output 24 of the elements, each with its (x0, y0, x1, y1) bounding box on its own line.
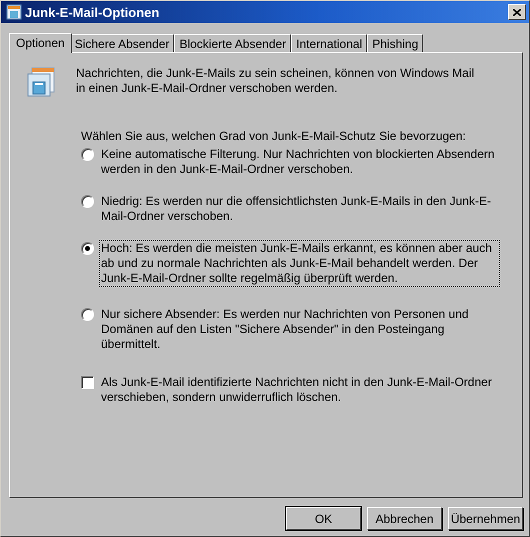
radio-button[interactable] (81, 242, 94, 255)
dialog-button[interactable]: OK (286, 507, 361, 530)
tab[interactable]: Phishing (367, 34, 424, 52)
option-label[interactable]: Als Junk-E-Mail identifizierte Nachrichten nicht in den Junk-E-Mail-Ordner verschieben, sondern unwiderruflich löschen. (99, 374, 500, 406)
checkbox[interactable] (81, 376, 94, 389)
option-label[interactable]: Nur sichere Absender: Es werden nur Nachrichten von Personen und Domänen auf den Listen "Sichere Absender" in den Posteingang übermittelt. (99, 306, 500, 353)
option-label[interactable]: Hoch: Es werden die meisten Junk-E-Mails erkannt, es können aber auch ab und zu normale Nachrichten als Junk-E-Mail behandelt werden. Der Junk-E-Mail-Ordner sollte regelmäßig überprüft werden. (99, 240, 500, 287)
close-icon (513, 8, 521, 16)
radio-button[interactable] (81, 308, 94, 321)
tab[interactable]: Blockierte Absender (174, 34, 292, 52)
app-icon (6, 4, 22, 20)
option-label[interactable]: Keine automatische Filterung. Nur Nachrichten von blockierten Absendern werden in den Junk-E-Mail-Ordner verschoben. (99, 146, 500, 178)
dialog-button[interactable]: Übernehmen (448, 507, 523, 530)
radio-button[interactable] (81, 148, 94, 161)
intro-text: Nachrichten, die Junk-E-Mails zu sein scheinen, können von Windows Mail in einen Junk-E-Mail-Ordner verschoben werden. (76, 66, 476, 97)
tab[interactable]: Optionen (9, 33, 72, 53)
window-title: Junk-E-Mail-Optionen (25, 4, 160, 20)
dialog-button[interactable]: Abbrechen (367, 507, 442, 530)
tab[interactable]: Sichere Absender (70, 34, 174, 52)
option-label[interactable]: Niedrig: Es werden nur die offensichtlichsten Junk-E-Mails in den Junk-E-Mail-Ordner verschoben. (99, 193, 500, 225)
prompt-text: Wählen Sie aus, welchen Grad von Junk-E-Mail-Schutz Sie bevorzugen: (81, 129, 467, 144)
close-button[interactable] (508, 4, 526, 20)
tab[interactable]: International (291, 34, 368, 52)
radio-button[interactable] (81, 195, 94, 208)
